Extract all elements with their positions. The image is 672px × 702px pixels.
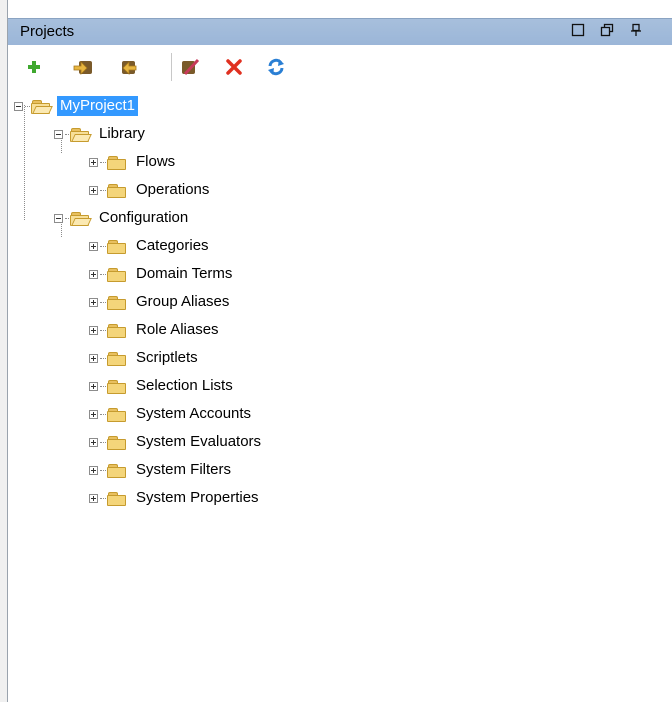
tree-node-role-aliases[interactable]: Role Aliases [89, 319, 222, 341]
tree-node-label: MyProject1 [57, 96, 139, 116]
tree-node-scriptlets[interactable]: Scriptlets [89, 347, 201, 369]
tree-node-project[interactable]: MyProject1 [14, 95, 139, 117]
tree-node-label: Configuration [99, 209, 189, 226]
restore-icon [600, 23, 614, 37]
edit-icon [182, 58, 200, 76]
folder-icon [107, 435, 127, 450]
folder-icon [107, 491, 127, 506]
pin-button[interactable] [627, 23, 645, 41]
projects-panel: Projects MyProject1 Library Flows Operat… [0, 0, 672, 702]
expand-toggle[interactable] [89, 297, 98, 307]
delete-icon [226, 59, 242, 75]
panel-title: Projects [20, 23, 75, 40]
tree-connector [24, 105, 25, 220]
tree-node-label: Operations [136, 181, 210, 198]
collapse-toggle[interactable] [54, 129, 63, 139]
import-icon [73, 61, 92, 75]
folder-icon [107, 295, 127, 310]
folder-icon [107, 463, 127, 478]
expand-toggle[interactable] [89, 437, 98, 447]
left-border [0, 0, 8, 702]
tree-node-label: System Accounts [136, 405, 252, 422]
export-icon [122, 61, 137, 75]
open-folder-icon [31, 99, 53, 114]
import-button[interactable] [72, 55, 96, 79]
folder-icon [107, 351, 127, 366]
project-tree: MyProject1 Library Flows Operations Conf… [8, 89, 672, 702]
expand-toggle[interactable] [89, 353, 98, 363]
tree-node-flows[interactable]: Flows [89, 151, 178, 173]
folder-icon [107, 267, 127, 282]
plus-icon [28, 61, 40, 73]
folder-icon [107, 379, 127, 394]
collapse-toggle[interactable] [54, 213, 63, 223]
tree-node-label: Categories [136, 237, 209, 254]
toolbar [8, 45, 672, 89]
new-button[interactable] [22, 55, 46, 79]
collapse-toggle[interactable] [14, 101, 23, 111]
panel-titlebar: Projects [8, 18, 672, 45]
folder-icon [107, 183, 127, 198]
tree-node-operations[interactable]: Operations [89, 179, 212, 201]
tree-node-label: Flows [136, 153, 176, 170]
expand-toggle[interactable] [89, 185, 98, 195]
expand-toggle[interactable] [89, 269, 98, 279]
tree-node-system-evaluators[interactable]: System Evaluators [89, 431, 264, 453]
tree-node-library[interactable]: Library [54, 123, 148, 145]
tree-node-system-properties[interactable]: System Properties [89, 487, 262, 509]
folder-icon [107, 239, 127, 254]
tree-node-label: Domain Terms [136, 265, 233, 282]
folder-icon [107, 323, 127, 338]
expand-toggle[interactable] [89, 409, 98, 419]
open-folder-icon [70, 127, 92, 142]
export-button[interactable] [115, 55, 139, 79]
tree-node-label: Library [99, 125, 145, 142]
tree-node-label: Role Aliases [136, 321, 219, 338]
folder-icon [107, 407, 127, 422]
tree-node-system-filters[interactable]: System Filters [89, 459, 234, 481]
top-strip [0, 0, 672, 10]
maximize-icon [571, 23, 585, 37]
tree-node-label: Scriptlets [136, 349, 198, 366]
expand-toggle[interactable] [89, 325, 98, 335]
expand-toggle[interactable] [89, 241, 98, 251]
toolbar-separator [171, 53, 172, 81]
tree-node-group-aliases[interactable]: Group Aliases [89, 291, 232, 313]
tree-node-configuration[interactable]: Configuration [54, 207, 191, 229]
refresh-button[interactable] [264, 55, 288, 79]
edit-button[interactable] [178, 55, 202, 79]
maximize-button[interactable] [569, 23, 587, 41]
tree-node-label: System Properties [136, 489, 259, 506]
tree-node-selection-lists[interactable]: Selection Lists [89, 375, 236, 397]
pin-icon [631, 23, 641, 36]
tree-node-system-accounts[interactable]: System Accounts [89, 403, 254, 425]
restore-button[interactable] [598, 23, 616, 41]
tree-node-categories[interactable]: Categories [89, 235, 212, 257]
tree-node-label: Selection Lists [136, 377, 233, 394]
tree-node-domain-terms[interactable]: Domain Terms [89, 263, 235, 285]
refresh-icon [268, 58, 284, 76]
expand-toggle[interactable] [89, 493, 98, 503]
open-folder-icon [70, 211, 92, 226]
delete-button[interactable] [222, 55, 246, 79]
folder-icon [107, 155, 127, 170]
expand-toggle[interactable] [89, 381, 98, 391]
tree-node-label: System Evaluators [136, 433, 262, 450]
tree-node-label: System Filters [136, 461, 232, 478]
expand-toggle[interactable] [89, 157, 98, 167]
expand-toggle[interactable] [89, 465, 98, 475]
tree-node-label: Group Aliases [136, 293, 230, 310]
